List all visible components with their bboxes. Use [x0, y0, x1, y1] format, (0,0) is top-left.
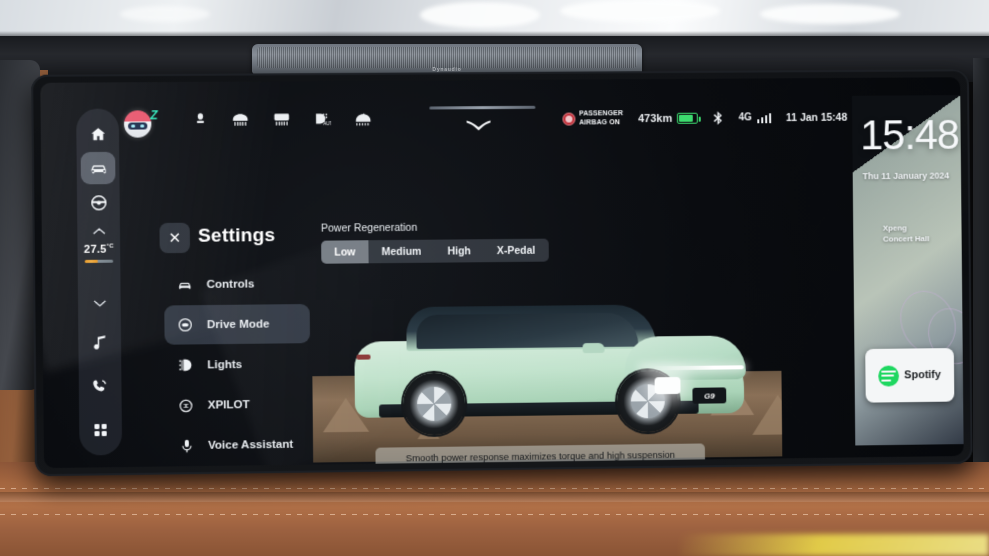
widget-date: Thu 11 January 2024	[862, 170, 950, 182]
rail-item-car[interactable]	[80, 151, 116, 185]
avatar	[123, 110, 152, 138]
rail-item-home[interactable]	[80, 118, 115, 150]
passenger-airbag-indicator: PASSENGER AIRBAG ON	[562, 110, 623, 127]
panel-drag-handle[interactable]	[429, 105, 536, 110]
spotify-icon	[878, 365, 900, 387]
climate-toolbar: AUTO	[193, 111, 373, 127]
airbag-line1: PASSENGER	[578, 110, 624, 118]
microphone-icon	[178, 437, 195, 453]
airbag-warning-icon	[562, 112, 576, 126]
ambient-light-strip	[680, 534, 989, 556]
vehicle-3d-model[interactable]: G9	[354, 290, 746, 436]
page-title: Settings	[197, 225, 276, 247]
sidebar-item-label: Lights	[207, 358, 243, 371]
poi-line2: Concert Hall	[882, 234, 930, 244]
temp-number: 27.5	[83, 243, 107, 256]
taillight	[356, 354, 371, 360]
svg-text:AUTO: AUTO	[323, 121, 331, 126]
sidebar-item-drive-mode[interactable]: Drive Mode	[164, 304, 311, 345]
seat-heater-icon	[196, 113, 204, 123]
auto-headlight-icon: AUTO	[316, 113, 331, 126]
bluetooth-icon[interactable]	[713, 111, 724, 126]
grid-apps-icon	[94, 423, 107, 437]
phone-icon	[93, 377, 109, 392]
sidebar-item-label: XPILOT	[207, 398, 250, 412]
widget-panel: 15:48 Thu 11 January 2024 Xpeng Concert …	[851, 95, 964, 446]
range-value: 473km	[638, 112, 673, 125]
sidebar-item-lights[interactable]: Lights	[165, 344, 311, 385]
drive-mode-icon	[177, 316, 194, 333]
status-bar: PASSENGER AIRBAG ON 473km 4G 11 Jan 15:4…	[562, 109, 847, 128]
rear-wheel	[402, 372, 466, 436]
auto-headlight-button[interactable]: AUTO	[314, 111, 331, 126]
front-defrost-icon	[231, 114, 249, 127]
network-indicator: 4G	[739, 112, 772, 123]
assistant-avatar-button[interactable]: Z	[123, 108, 165, 140]
lights-icon	[177, 356, 194, 373]
sidebar-item-xpilot[interactable]: XPILOT	[165, 384, 311, 425]
display-panel: 27.5°C Z AUTO PASSENGER AIRBAG ON 473km …	[40, 77, 964, 469]
car-glass	[416, 312, 639, 349]
seat-heater-button[interactable]	[193, 112, 208, 127]
avatar-sleep-badge: Z	[150, 108, 158, 123]
rear-defrost-icon	[273, 113, 291, 126]
windshield	[0, 0, 989, 40]
xpeng-logo	[466, 118, 492, 138]
rear-defrost-button[interactable]	[273, 111, 291, 126]
airbag-state: ON	[609, 118, 620, 126]
auto-wiper-icon	[354, 113, 370, 126]
auto-wiper-button[interactable]	[354, 111, 372, 126]
home-icon	[90, 127, 105, 140]
left-icon-rail: 27.5°C	[76, 108, 123, 456]
temperature-slider[interactable]	[84, 259, 114, 263]
front-defrost-button[interactable]	[231, 112, 249, 127]
infotainment-display: 27.5°C Z AUTO PASSENGER AIRBAG ON 473km …	[31, 69, 973, 477]
car-icon	[90, 164, 106, 174]
avatar-eyes	[128, 122, 148, 130]
airbag-line2: AIRBAG	[579, 118, 608, 126]
chevron-down-icon	[93, 299, 106, 308]
sidebar-item-label: Voice Assistant	[208, 438, 294, 452]
status-datetime: 11 Jan 15:48	[786, 111, 848, 124]
temp-increase-button[interactable]	[81, 220, 116, 240]
sidebar-item-voice-assistant[interactable]: Voice Assistant	[165, 424, 311, 465]
sidebar-item-label: Controls	[206, 277, 255, 291]
network-type: 4G	[738, 112, 752, 124]
drive-mode-description: Smooth power response maximizes torque a…	[375, 443, 706, 469]
rail-item-apps[interactable]	[83, 414, 118, 447]
battery-icon	[677, 112, 699, 124]
steering-wheel-icon	[89, 193, 108, 212]
chevron-up-icon	[92, 226, 105, 235]
rail-item-music[interactable]	[82, 325, 117, 358]
sidebar-item-controls[interactable]: Controls	[164, 264, 310, 305]
airbag-text: PASSENGER AIRBAG ON	[579, 110, 623, 127]
xpeng-x-logo-icon	[466, 120, 491, 131]
side-mirror	[582, 342, 605, 354]
temp-decrease-button[interactable]	[82, 293, 117, 314]
vehicle-preview: G9	[310, 228, 783, 463]
settings-menu: Controls Drive Mode Lights XPILOT Voice …	[164, 264, 312, 468]
temperature-value: 27.5°C	[84, 244, 114, 256]
widget-poi: Xpeng Concert Hall	[883, 222, 930, 244]
music-note-icon	[93, 334, 105, 349]
dashboard-right-trim	[973, 58, 989, 468]
car-interior-scene: Dynaudio 27.5°C Z AUTO PASSENGER AIRBAG …	[0, 0, 989, 556]
rail-item-phone[interactable]	[83, 369, 118, 402]
poi-line1: Xpeng	[882, 223, 907, 233]
temp-unit: °C	[106, 243, 114, 250]
spotify-label: Spotify	[904, 368, 942, 382]
xpilot-icon	[177, 396, 194, 414]
rail-item-driving[interactable]	[81, 186, 116, 219]
center-speaker: Dynaudio	[252, 44, 642, 74]
app-tile-spotify[interactable]: Spotify	[865, 348, 955, 403]
sidebar-item-label: Drive Mode	[206, 317, 270, 331]
range-indicator: 473km	[638, 112, 699, 125]
license-plate: G9	[692, 387, 727, 404]
widget-clock: 15:48	[859, 110, 960, 159]
car-controls-icon	[176, 276, 193, 293]
signal-bars-icon	[756, 112, 772, 124]
dashboard-lower-leather	[0, 462, 989, 556]
headlight-beam	[654, 376, 681, 395]
close-settings-button[interactable]: ✕	[159, 222, 191, 254]
